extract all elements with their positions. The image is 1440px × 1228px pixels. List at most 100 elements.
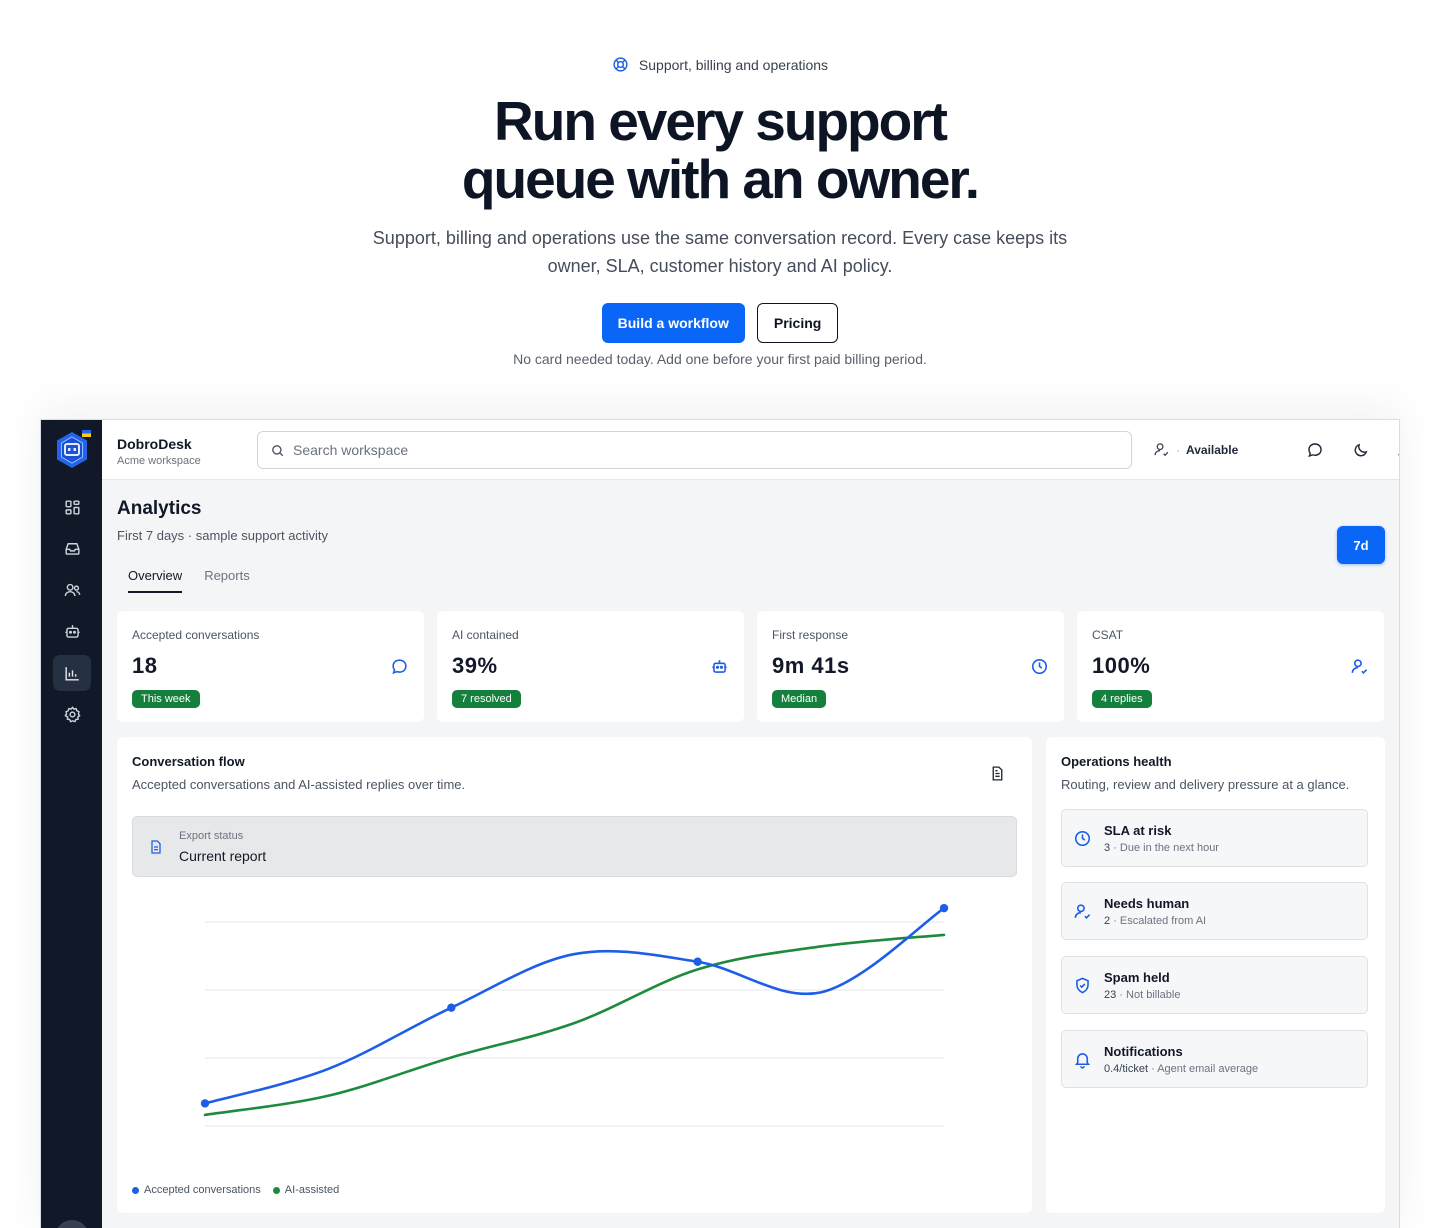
rail-item-contacts[interactable] <box>53 572 91 608</box>
hero-eyebrow: Support, billing and operations <box>0 56 1440 73</box>
top-bar: DobroDesk Acme workspace · Available 4 <box>102 420 1399 480</box>
user-icon <box>1074 904 1091 919</box>
availability-status[interactable]: · Available <box>1153 441 1238 458</box>
status-label: Available <box>1186 442 1239 457</box>
kpi-pill: 7 resolved <box>452 690 521 708</box>
conversation-flow-card: Conversation flow Accepted conversations… <box>117 737 1032 1213</box>
inbox-icon <box>64 542 80 555</box>
series-line-0 <box>203 906 946 1105</box>
bell-icon <box>1397 453 1399 456</box>
hero-section: Support, billing and operations Run ever… <box>0 0 1440 400</box>
health-item-value: 23 <box>1104 989 1117 1001</box>
chart-legend: Accepted conversations AI-assisted <box>132 1184 339 1196</box>
rail-item-settings[interactable] <box>53 696 91 732</box>
search-box[interactable] <box>257 431 1132 469</box>
kpi-pill: Median <box>772 690 827 708</box>
nav-rail <box>41 420 102 1228</box>
conversation-flow-chart <box>200 903 949 1127</box>
kpi-card-accepted: Accepted conversations 18 This week <box>117 611 424 722</box>
data-point[interactable] <box>447 1003 456 1012</box>
hero-title-line-1: Run every support <box>494 90 948 152</box>
page-subtitle: First 7 days · sample support activity <box>117 528 328 543</box>
health-item-value: 2 <box>1104 915 1111 927</box>
notifications-button[interactable]: 4 <box>1394 439 1399 461</box>
health-item-note: Agent email average <box>1157 1063 1259 1075</box>
rail-item-dashboard[interactable] <box>53 489 91 525</box>
health-item-detail: 23 · Not billable <box>1104 989 1181 1001</box>
health-item-needs-human[interactable]: Needs human 2 · Escalated from AI <box>1061 882 1368 940</box>
hero-eyebrow-text: Support, billing and operations <box>638 56 829 73</box>
theme-toggle[interactable] <box>1350 439 1372 461</box>
kpi-card-csat: CSAT 100% 4 replies <box>1077 611 1384 722</box>
data-point[interactable] <box>939 903 949 913</box>
shield-icon <box>1076 977 1089 994</box>
user-status-icon <box>1154 443 1169 457</box>
kpi-value: 100% <box>1092 653 1151 678</box>
kpi-label: First response <box>772 628 849 642</box>
data-point[interactable] <box>693 957 702 966</box>
search-input[interactable] <box>293 442 1113 458</box>
tab-overview[interactable]: Overview <box>128 568 183 593</box>
hero-subtitle: Support, billing and operations use the … <box>372 228 1068 276</box>
chat-bubble-icon <box>1308 443 1322 458</box>
workspace-name[interactable]: DobroDesk <box>117 436 192 452</box>
workspace-subtitle: Acme workspace <box>117 455 201 467</box>
user-avatar[interactable] <box>55 1220 89 1228</box>
legend-swatch <box>132 1186 139 1194</box>
legend-swatch <box>272 1186 280 1194</box>
data-point[interactable] <box>200 1099 210 1108</box>
dobrodesk-logo-icon <box>57 430 91 468</box>
health-item-value: 3 <box>1104 842 1111 854</box>
kpi-label: AI contained <box>452 628 519 642</box>
hero-title: Run every support queue with an owner. <box>0 92 1440 208</box>
legend-label: AI-assisted <box>284 1184 340 1196</box>
messages-button[interactable] <box>1304 439 1326 461</box>
bell-icon <box>1074 1053 1091 1069</box>
health-item-note: Not billable <box>1126 989 1181 1001</box>
rail-item-bots[interactable] <box>53 613 91 649</box>
search-icon <box>272 444 284 456</box>
operations-health-card: Operations health Routing, review and de… <box>1046 737 1385 1213</box>
tab-reports[interactable]: Reports <box>204 568 250 593</box>
settings-icon <box>63 705 81 723</box>
health-item-sla[interactable]: SLA at risk 3 · Due in the next hour <box>1061 809 1368 867</box>
health-title: Operations health <box>1061 754 1172 769</box>
kpi-pill: This week <box>132 690 200 708</box>
health-item-spam[interactable]: Spam held 23 · Not billable <box>1061 956 1368 1014</box>
health-item-detail: 2 · Escalated from AI <box>1104 915 1207 927</box>
chat-icon <box>392 659 407 675</box>
pricing-button[interactable]: Pricing <box>756 303 839 343</box>
clock-icon <box>1074 830 1091 847</box>
kpi-label: CSAT <box>1092 628 1124 642</box>
legend-label: Accepted conversations <box>144 1184 261 1196</box>
hero-title-line-2: queue with an owner. <box>461 148 980 210</box>
hero-actions: Build a workflow Pricing <box>0 303 1440 343</box>
health-item-note: Escalated from AI <box>1119 915 1207 927</box>
kpi-card-ai-contained: AI contained 39% 7 resolved <box>437 611 744 722</box>
date-range-button[interactable]: 7d <box>1337 526 1385 564</box>
kpi-value: 39% <box>452 653 498 678</box>
health-item-title: Notifications <box>1104 1044 1183 1059</box>
contacts-icon <box>64 583 80 596</box>
health-subtitle: Routing, review and delivery pressure at… <box>1061 777 1350 792</box>
series-line-1 <box>203 933 946 1117</box>
kpi-label: Accepted conversations <box>132 628 260 642</box>
health-item-notifications[interactable]: Notifications 0.4/ticket · Agent email a… <box>1061 1030 1368 1088</box>
moon-icon <box>1354 443 1368 457</box>
build-workflow-button[interactable]: Build a workflow <box>601 303 745 343</box>
health-item-value: 0.4/ticket <box>1104 1063 1149 1075</box>
clock-icon <box>1031 658 1048 675</box>
analytics-icon <box>64 666 79 681</box>
health-item-title: Spam held <box>1104 970 1170 985</box>
user-check-icon <box>1351 659 1368 674</box>
bot-icon <box>712 660 727 673</box>
analytics-tabs: Overview Reports <box>128 568 250 593</box>
app-preview: DobroDesk Acme workspace · Available 4 A… <box>40 419 1400 1228</box>
rail-item-analytics[interactable] <box>53 655 91 691</box>
health-item-note: Due in the next hour <box>1119 842 1219 854</box>
rail-item-inbox[interactable] <box>53 530 91 566</box>
health-item-title: Needs human <box>1104 896 1190 911</box>
bot-icon <box>64 624 80 638</box>
hero-note: No card needed today. Add one before you… <box>513 351 927 367</box>
health-item-title: SLA at risk <box>1104 823 1172 838</box>
